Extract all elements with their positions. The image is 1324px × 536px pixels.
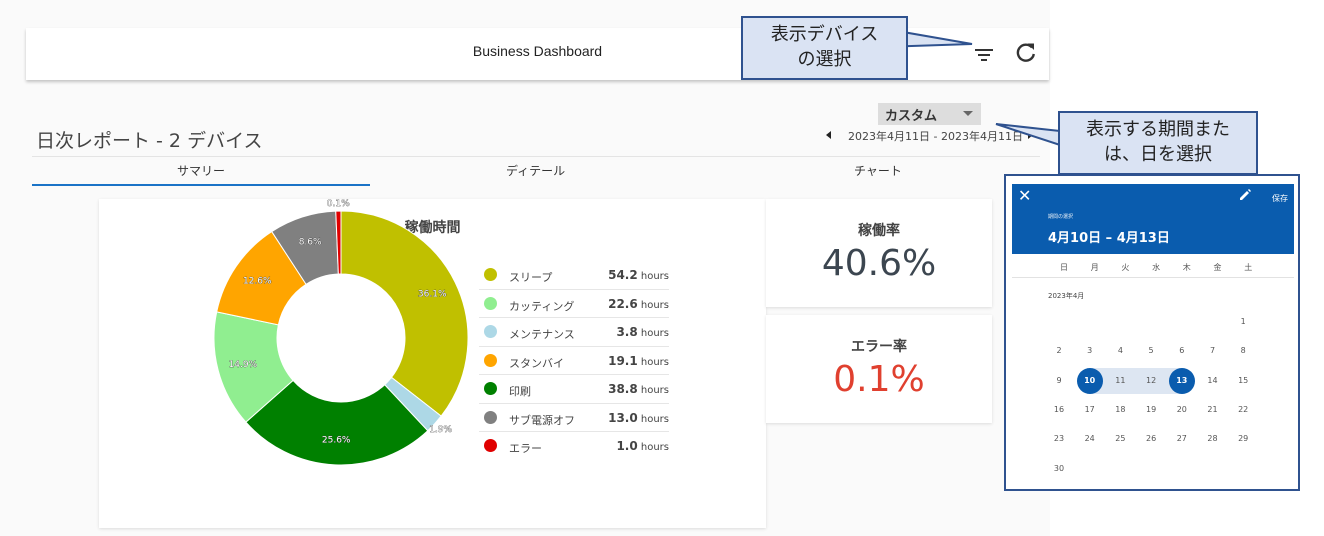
weekday-label: 火 <box>1121 263 1130 272</box>
period-callout-text: 表示する期間また <box>1086 119 1230 140</box>
calendar-day[interactable]: 13 <box>1168 367 1195 394</box>
calendar-day[interactable]: 16 <box>1046 397 1072 423</box>
date-picker-header: ✕ 保存 期間の選択 4月10日 – 4月13日 <box>1012 184 1294 254</box>
period-callout-text: は、日を選択 <box>1104 144 1212 165</box>
calendar-day[interactable]: 17 <box>1077 397 1103 423</box>
period-callout-pointer <box>995 123 1061 147</box>
close-icon[interactable]: ✕ <box>1018 186 1031 205</box>
calendar-day[interactable]: 27 <box>1169 426 1195 452</box>
calendar-day[interactable]: 22 <box>1230 397 1256 423</box>
calendar-day[interactable]: 19 <box>1138 397 1164 423</box>
calendar-day[interactable]: 21 <box>1200 397 1226 423</box>
pencil-icon[interactable] <box>1238 188 1252 202</box>
period-select-callout: 表示する期間また は、日を選択 <box>1058 111 1258 175</box>
calendar-day[interactable]: 23 <box>1046 426 1072 452</box>
calendar-day[interactable]: 6 <box>1169 338 1195 364</box>
date-picker-caption: 期間の選択 <box>1048 214 1074 220</box>
calendar-day[interactable]: 3 <box>1077 338 1103 364</box>
weekday-label: 金 <box>1213 263 1222 272</box>
weekday-label: 月 <box>1090 263 1099 272</box>
device-select-callout: 表示デバイス の選択 <box>741 16 908 80</box>
calendar-day[interactable]: 15 <box>1230 368 1256 394</box>
selected-range-label: 4月10日 – 4月13日 <box>1048 231 1170 246</box>
calendar-day[interactable]: 11 <box>1107 368 1133 394</box>
calendar-day[interactable]: 30 <box>1046 456 1072 482</box>
calendar-day[interactable]: 7 <box>1200 338 1226 364</box>
weekday-label: 木 <box>1182 263 1191 272</box>
calendar-day[interactable]: 10 <box>1076 367 1103 394</box>
calendar-day[interactable]: 12 <box>1138 368 1164 394</box>
calendar-day[interactable]: 20 <box>1169 397 1195 423</box>
calendar-day[interactable]: 14 <box>1200 368 1226 394</box>
save-button[interactable]: 保存 <box>1272 193 1288 204</box>
weekday-label: 水 <box>1152 263 1161 272</box>
weekday-label: 日 <box>1060 263 1068 272</box>
weekday-label: 土 <box>1244 263 1253 272</box>
device-callout-text: の選択 <box>797 49 852 70</box>
calendar-day[interactable]: 24 <box>1077 426 1103 452</box>
weekday-header: 日月火水木金土 <box>1012 262 1294 278</box>
calendar-day[interactable]: 9 <box>1046 368 1072 394</box>
calendar-month-label: 2023年4月 <box>1048 292 1085 300</box>
calendar-day[interactable]: 28 <box>1200 426 1226 452</box>
calendar-day[interactable]: 1 <box>1230 309 1256 335</box>
device-callout-text: 表示デバイス <box>770 24 879 45</box>
